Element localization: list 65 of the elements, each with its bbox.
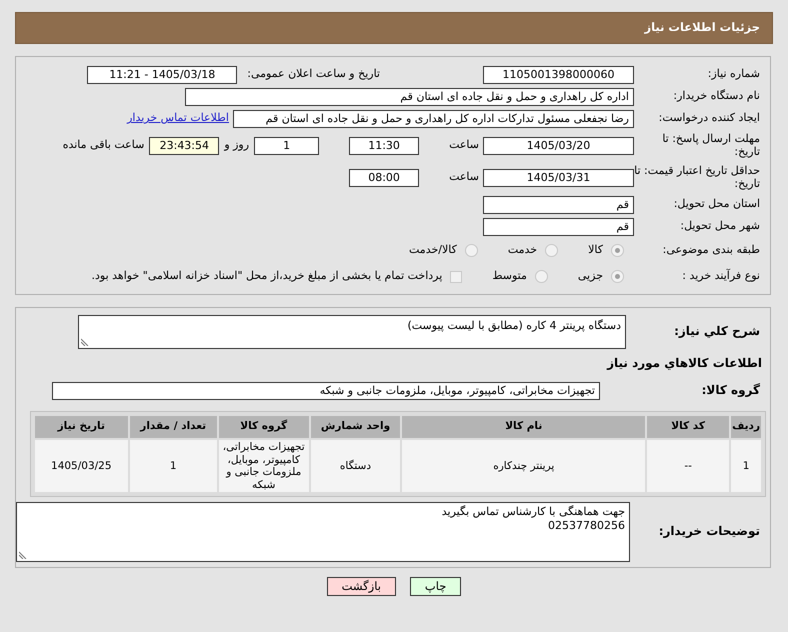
table-cell: پرینتر چندکاره bbox=[402, 440, 646, 492]
option-label: جزیی bbox=[578, 268, 603, 284]
column-header: واحد شمارش bbox=[310, 416, 400, 438]
time-field[interactable]: 11:30 bbox=[349, 136, 420, 154]
option-label: متوسط bbox=[492, 268, 527, 284]
field-label: گروه کالا: bbox=[700, 384, 761, 398]
option-label: خدمت bbox=[508, 242, 538, 258]
column-header: تاریخ نیاز bbox=[35, 416, 128, 438]
date-field[interactable]: 1405/03/20 bbox=[483, 136, 634, 154]
field-label: نام دستگاه خریدار: bbox=[672, 90, 761, 103]
description-text: دستگاه پرینتر 4 کاره (مطابق با لیست پیوست) bbox=[407, 319, 621, 332]
time-field[interactable]: 08:00 bbox=[349, 168, 420, 186]
column-header: نام کالا bbox=[402, 416, 646, 438]
goods-group-field[interactable]: تجهیزات مخابراتی، کامپیوتر، موبایل، ملزومات جانبی و شبکه bbox=[52, 382, 600, 400]
time-label: ساعت bbox=[449, 169, 479, 186]
option-label: کالا bbox=[588, 242, 603, 258]
resize-grip-icon[interactable] bbox=[19, 551, 27, 559]
field-label: حداقل تاریخ اعتبار قیمت: تا تاریخ: bbox=[634, 164, 761, 190]
field-label: مهلت ارسال پاسخ: تا تاریخ: bbox=[661, 132, 761, 158]
table-cell: 1 bbox=[731, 440, 761, 492]
buyer-org-field[interactable]: اداره کل راهداری و حمل و نقل جاده ای استان قم bbox=[185, 88, 634, 106]
field-label: شماره نیاز: bbox=[706, 68, 761, 81]
remaining-label: ساعت باقی مانده bbox=[62, 137, 144, 154]
print-button[interactable]: چاپ bbox=[410, 577, 462, 596]
field-label: طبقه بندی موضوعی: bbox=[662, 244, 761, 257]
province-field[interactable]: قم bbox=[483, 196, 634, 214]
requester-field[interactable]: رضا نجفعلی مسئول تدارکات اداره کل راهداری و حمل و نقل جاده ای استان قم bbox=[233, 110, 634, 128]
time-label: ساعت bbox=[449, 137, 479, 154]
field-label: ایجاد کننده درخواست: bbox=[658, 112, 761, 125]
page-title: جزئیات اطلاعات نیاز bbox=[644, 19, 760, 36]
field-label: نوع فرآیند خرید : bbox=[681, 270, 761, 283]
description-field[interactable]: دستگاه پرینتر 4 کاره (مطابق با لیست پیوست) bbox=[78, 315, 626, 349]
announce-date-field[interactable]: 1405/03/18 - 11:21 bbox=[87, 66, 238, 84]
table-cell: دستگاه bbox=[310, 440, 400, 492]
field-label: استان محل تحویل: bbox=[672, 198, 761, 211]
radio-button[interactable] bbox=[464, 244, 478, 257]
field-label: شهر محل تحویل: bbox=[679, 220, 761, 233]
field-label: توضیحات خریدار: bbox=[658, 525, 761, 539]
section-title: اطلاعات کالاهاي مورد نياز bbox=[606, 355, 763, 372]
days-field[interactable]: 1 bbox=[254, 136, 320, 154]
radio-button[interactable] bbox=[611, 270, 624, 283]
checkbox[interactable] bbox=[450, 270, 462, 282]
column-header: کد کالا bbox=[647, 416, 730, 438]
column-header: گروه کالا bbox=[218, 416, 309, 438]
table-cell: 1 bbox=[130, 440, 217, 492]
table-cell: تجهیزات مخابراتی، کامپیوتر، موبایل، ملزومات جانبی و شبکه bbox=[218, 440, 309, 492]
city-field[interactable]: قم bbox=[483, 218, 634, 236]
column-header: ردیف bbox=[731, 416, 761, 438]
radio-button[interactable] bbox=[545, 244, 558, 257]
remaining-time-field[interactable]: 23:43:54 bbox=[149, 136, 220, 154]
back-button[interactable]: بازگشت bbox=[326, 577, 396, 596]
field-label: شرح کلي نياز: bbox=[673, 325, 761, 339]
field-label: تاریخ و ساعت اعلان عمومی: bbox=[247, 66, 380, 82]
checkbox-label: پرداخت تمام یا بخشی از مبلغ خرید،از محل "اسناد خزانه اسلامی" خواهد بود. bbox=[92, 268, 442, 284]
radio-button[interactable] bbox=[611, 244, 624, 257]
radio-button[interactable] bbox=[534, 270, 548, 283]
column-header: تعداد / مقدار bbox=[130, 416, 217, 438]
contact-link[interactable]: اطلاعات تماس خریدار bbox=[127, 110, 229, 127]
table-cell: 1405/03/25 bbox=[35, 440, 128, 492]
date-field[interactable]: 1405/03/31 bbox=[483, 168, 634, 186]
table-cell: -- bbox=[647, 440, 730, 492]
option-label: کالا/خدمت bbox=[409, 242, 457, 258]
resize-grip-icon[interactable] bbox=[81, 338, 89, 346]
need-number-field[interactable]: 1105001398000060 bbox=[483, 66, 634, 84]
days-label: روز و bbox=[224, 137, 250, 154]
